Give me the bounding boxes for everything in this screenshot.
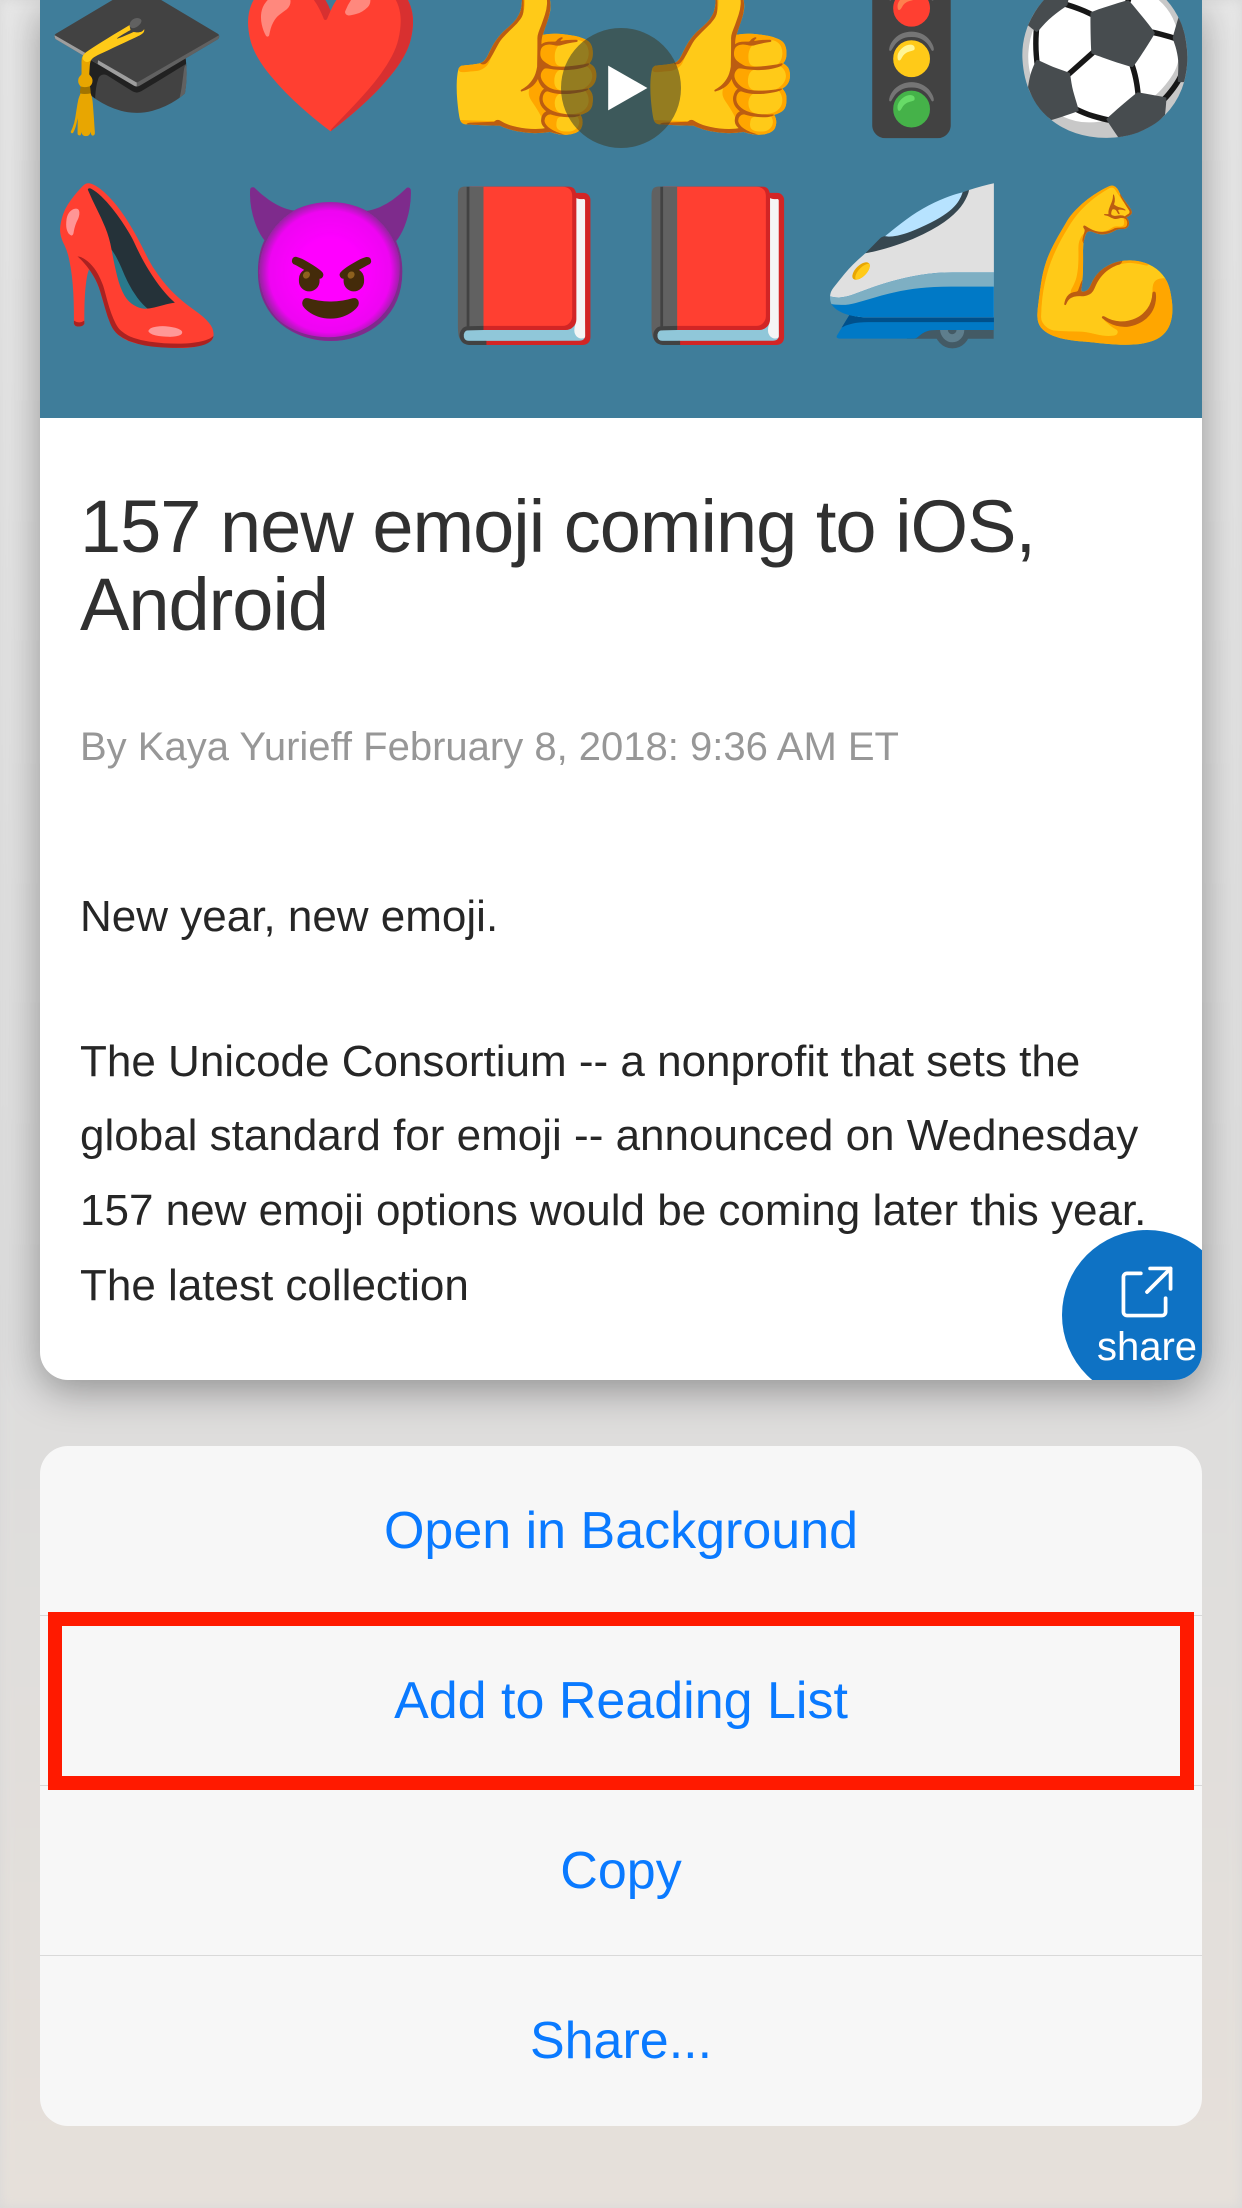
link-preview-card: 🎓 ❤️ 👍 👍 🚦 ⚽ 👠 😈 📕 📕 🚄 💪 157 new emoji c… <box>40 0 1202 1380</box>
play-button[interactable] <box>561 28 681 148</box>
share-fab-label: share <box>1097 1325 1197 1370</box>
play-icon <box>597 60 653 116</box>
add-to-reading-list-button[interactable]: Add to Reading List <box>40 1616 1202 1786</box>
emoji-train-icon: 🚄 <box>818 190 1005 340</box>
emoji-flexed-biceps-icon: 💪 <box>1012 190 1199 340</box>
emoji-traffic-light-icon: 🚦 <box>818 0 1005 130</box>
emoji-heart-icon: ❤️ <box>237 0 424 130</box>
share-external-icon <box>1116 1261 1178 1323</box>
article-paragraph: The Unicode Consortium -- a nonprofit th… <box>80 1025 1162 1324</box>
emoji-red-book-icon: 📕 <box>431 190 618 340</box>
open-in-background-button[interactable]: Open in Background <box>40 1446 1202 1616</box>
copy-button[interactable]: Copy <box>40 1786 1202 1956</box>
article-byline: By Kaya Yurieff February 8, 2018: 9:36 A… <box>80 725 1162 770</box>
emoji-red-book-icon: 📕 <box>624 190 811 340</box>
emoji-soccer-ball-icon: ⚽ <box>1012 0 1199 130</box>
context-action-sheet: Open in Background Add to Reading List C… <box>40 1446 1202 2126</box>
emoji-devil-icon: 😈 <box>237 190 424 340</box>
article-paragraph: New year, new emoji. <box>80 880 1162 955</box>
hero-video-thumbnail[interactable]: 🎓 ❤️ 👍 👍 🚦 ⚽ 👠 😈 📕 📕 🚄 💪 <box>40 0 1202 418</box>
emoji-high-heel-icon: 👠 <box>43 190 230 340</box>
article-headline: 157 new emoji coming to iOS, Android <box>80 488 1162 645</box>
article-body: 157 new emoji coming to iOS, Android By … <box>40 418 1202 1324</box>
emoji-grad-cap-icon: 🎓 <box>43 0 230 130</box>
share-button[interactable]: Share... <box>40 1956 1202 2126</box>
